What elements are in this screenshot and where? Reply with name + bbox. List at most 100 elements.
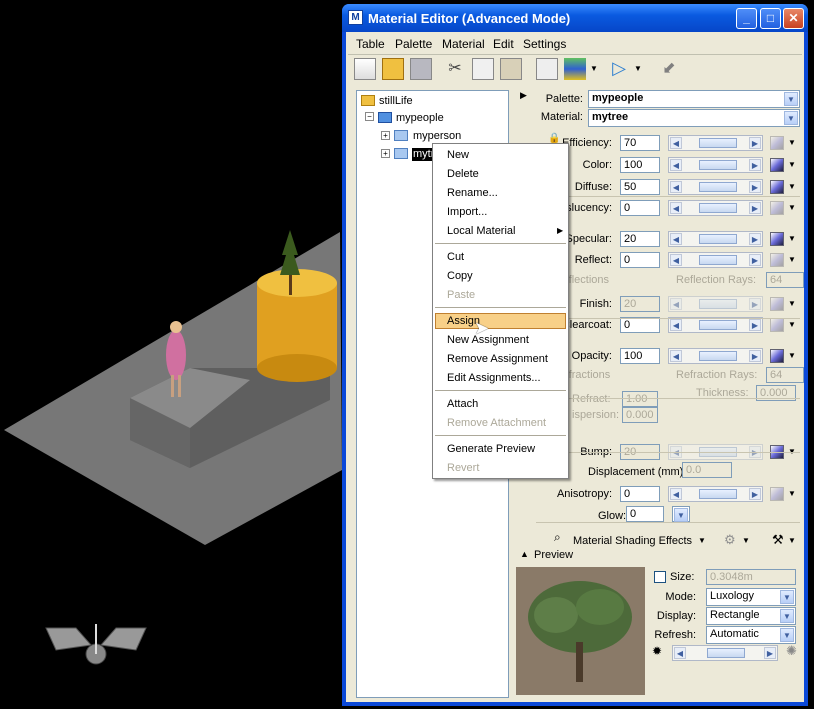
finish-slider[interactable]: ◀ ▶ xyxy=(668,296,763,312)
opacity-field[interactable]: 100 xyxy=(620,348,660,364)
menu-palette[interactable]: Palette xyxy=(395,37,432,51)
collapse-icon[interactable]: − xyxy=(365,112,374,121)
shading-effects-button[interactable]: Material Shading Effects xyxy=(573,535,692,547)
chevron-down-icon[interactable]: ▼ xyxy=(788,203,796,212)
glow-dropdown[interactable]: ▼ xyxy=(672,506,690,522)
ctx-copy[interactable]: Copy xyxy=(447,270,473,282)
search-icon[interactable]: ⌕ xyxy=(554,530,561,545)
anisotropy-field[interactable]: 0 xyxy=(620,486,660,502)
translucency-field[interactable]: 0 xyxy=(620,200,660,216)
tree-item-mytree[interactable]: mytree xyxy=(412,148,432,161)
refract-field[interactable]: 1.00 xyxy=(622,391,658,407)
finish-field[interactable]: 20 xyxy=(620,296,660,312)
save-icon[interactable] xyxy=(410,58,432,80)
clearcoat-slider[interactable]: ◀ ▶ xyxy=(668,317,763,333)
reflect-field[interactable]: 0 xyxy=(620,252,660,268)
finish-swatch-icon[interactable] xyxy=(770,297,784,311)
tree-palette[interactable]: mypeople xyxy=(396,112,444,124)
menu-settings[interactable]: Settings xyxy=(523,37,566,51)
displacement-field[interactable]: 0.0 xyxy=(682,462,732,478)
reflect-slider[interactable]: ◀ ▶ xyxy=(668,252,763,268)
reflection-rays-field[interactable]: 64 xyxy=(766,272,804,288)
ctx-remove-assignment[interactable]: Remove Assignment xyxy=(447,353,548,365)
ctx-rename[interactable]: Rename... xyxy=(447,187,498,199)
maximize-button[interactable]: □ xyxy=(760,8,781,29)
chevron-down-icon[interactable]: ▼ xyxy=(788,255,796,264)
properties-icon[interactable] xyxy=(536,58,558,80)
specular-swatch-icon[interactable] xyxy=(770,232,784,246)
collapse-preview-icon[interactable]: ▲ xyxy=(520,549,529,559)
ctx-attach[interactable]: Attach xyxy=(447,398,478,410)
chevron-down-icon[interactable]: ▼ xyxy=(788,234,796,243)
chevron-down-icon[interactable]: ▼ xyxy=(698,536,706,545)
tool-icon[interactable]: ⚒ xyxy=(772,532,784,548)
minimize-button[interactable]: _ xyxy=(736,8,757,29)
copy-icon[interactable] xyxy=(472,58,494,80)
anisotropy-slider[interactable]: ◀ ▶ xyxy=(668,486,763,502)
menu-edit[interactable]: Edit xyxy=(493,37,514,51)
ctx-new[interactable]: New xyxy=(447,149,469,161)
tree-root[interactable]: stillLife xyxy=(379,95,413,107)
specular-slider[interactable]: ◀ ▶ xyxy=(668,231,763,247)
opacity-slider[interactable]: ◀ ▶ xyxy=(668,348,763,364)
palette-select[interactable]: mypeople ▼ xyxy=(588,90,800,108)
color-swatch-icon[interactable] xyxy=(770,158,784,172)
chevron-down-icon[interactable]: ▼ xyxy=(788,182,796,191)
ctx-cut[interactable]: Cut xyxy=(447,251,464,263)
light-slider[interactable]: ◀ ▶ xyxy=(672,645,778,661)
mode-select[interactable]: Luxology ▼ xyxy=(706,588,796,606)
specular-field[interactable]: 20 xyxy=(620,231,660,247)
chevron-down-icon[interactable]: ▼ xyxy=(788,138,796,147)
color-slider[interactable]: ◀ ▶ xyxy=(668,157,763,173)
ctx-import[interactable]: Import... xyxy=(447,206,487,218)
efficiency-swatch-icon[interactable] xyxy=(770,136,784,150)
expand-icon[interactable]: + xyxy=(381,149,390,158)
chevron-down-icon[interactable]: ▼ xyxy=(788,320,796,329)
color-field[interactable]: 100 xyxy=(620,157,660,173)
gear-icon[interactable]: ⚙ xyxy=(724,532,736,548)
opacity-swatch-icon[interactable] xyxy=(770,349,784,363)
translucency-swatch-icon[interactable] xyxy=(770,201,784,215)
translucency-slider[interactable]: ◀ ▶ xyxy=(668,200,763,216)
clearcoat-field[interactable]: 0 xyxy=(620,317,660,333)
chevron-down-icon[interactable]: ▼ xyxy=(788,536,796,545)
menu-material[interactable]: Material xyxy=(442,37,485,51)
diffuse-swatch-icon[interactable] xyxy=(770,180,784,194)
open-icon[interactable] xyxy=(382,58,404,80)
efficiency-field[interactable]: 70 xyxy=(620,135,660,151)
chevron-down-icon[interactable]: ▼ xyxy=(742,536,750,545)
reflect-swatch-icon[interactable] xyxy=(770,253,784,267)
chevron-down-icon[interactable]: ▼ xyxy=(634,58,644,80)
chevron-down-icon[interactable]: ▼ xyxy=(788,489,796,498)
diffuse-field[interactable]: 50 xyxy=(620,179,660,195)
tree-item-myperson[interactable]: myperson xyxy=(413,130,461,142)
title-bar[interactable]: M Material Editor (Advanced Mode) _ □ ✕ xyxy=(342,4,808,32)
layers-icon[interactable] xyxy=(564,58,586,80)
cut-icon[interactable]: ✂ xyxy=(444,58,466,80)
new-icon[interactable] xyxy=(354,58,376,80)
ctx-delete[interactable]: Delete xyxy=(447,168,479,180)
ctx-generate-preview[interactable]: Generate Preview xyxy=(447,443,535,455)
close-button[interactable]: ✕ xyxy=(783,8,804,29)
chevron-down-icon[interactable]: ▼ xyxy=(788,351,796,360)
chevron-down-icon[interactable]: ▼ xyxy=(788,160,796,169)
menu-table[interactable]: Table xyxy=(356,37,385,51)
efficiency-slider[interactable]: ◀ ▶ xyxy=(668,135,763,151)
anisotropy-swatch-icon[interactable] xyxy=(770,487,784,501)
dispersion-field[interactable]: 0.000 xyxy=(622,407,658,423)
ctx-local-material[interactable]: Local Material xyxy=(447,225,515,237)
assign-tool-icon[interactable]: ▷ xyxy=(608,58,630,80)
clearcoat-swatch-icon[interactable] xyxy=(770,318,784,332)
diffuse-slider[interactable]: ◀ ▶ xyxy=(668,179,763,195)
chevron-down-icon[interactable]: ▼ xyxy=(788,299,796,308)
material-select[interactable]: mytree ▼ xyxy=(588,109,800,127)
expand-icon[interactable]: + xyxy=(381,131,390,140)
paste-icon[interactable] xyxy=(500,58,522,80)
refraction-rays-field[interactable]: 64 xyxy=(766,367,804,383)
ctx-edit-assignments[interactable]: Edit Assignments... xyxy=(447,372,541,384)
size-field[interactable]: 0.3048m xyxy=(706,569,796,585)
pick-icon[interactable]: ⬋ xyxy=(658,58,680,80)
display-select[interactable]: Rectangle ▼ xyxy=(706,607,796,625)
size-checkbox[interactable] xyxy=(654,571,666,583)
chevron-down-icon[interactable]: ▼ xyxy=(590,58,600,80)
